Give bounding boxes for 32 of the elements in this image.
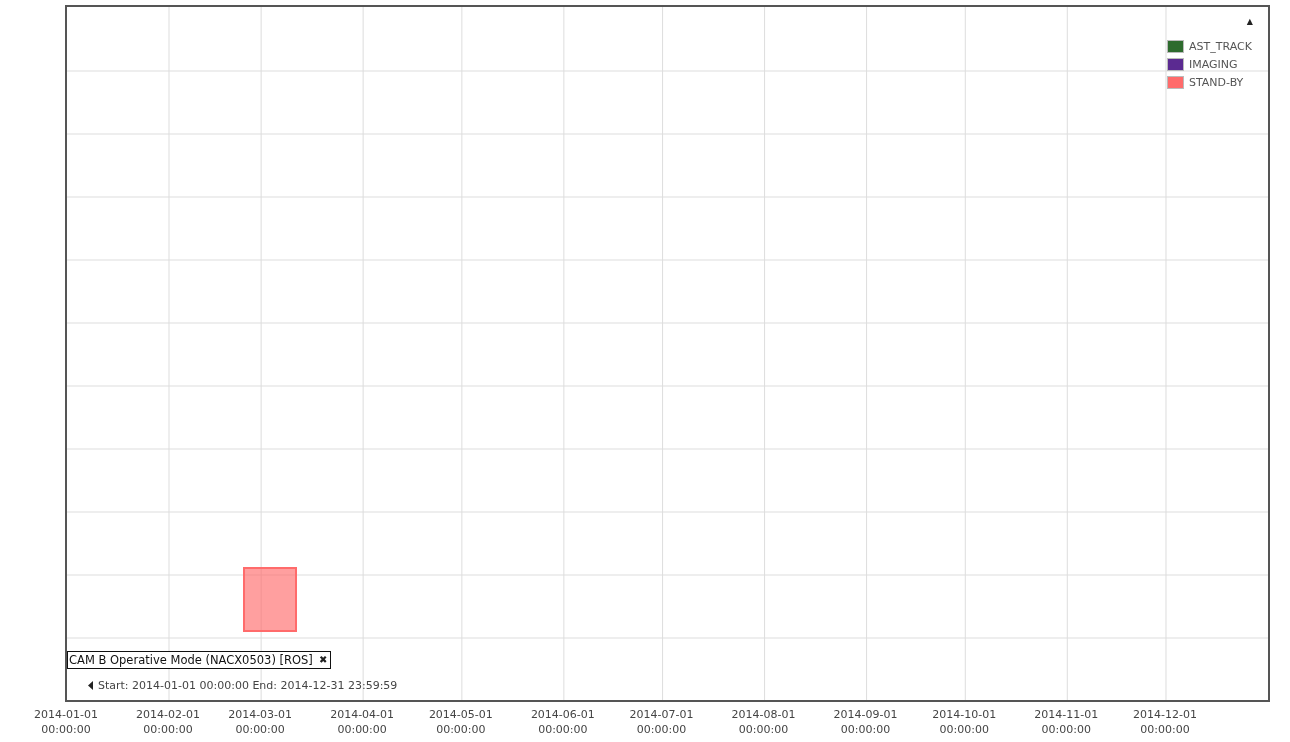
axis-time-label: 00:00:00 [538, 722, 588, 737]
axis-date-label: 2014-08-01 [731, 707, 796, 722]
axis-date-label: 2014-01-01 [34, 707, 98, 722]
legend-label[interactable]: IMAGING [1189, 58, 1238, 71]
axis-date-label: 2014-03-01 [228, 707, 293, 722]
collapse-legend-icon[interactable]: ▲ [1246, 17, 1253, 27]
close-button[interactable]: ✖ [318, 654, 327, 666]
axis-time-label: 00:00:00 [840, 722, 891, 737]
caret-left-icon[interactable] [88, 681, 93, 690]
axis-date-label: 2014-12-01 [1133, 707, 1197, 722]
axis-date-label: 2014-04-01 [330, 707, 395, 722]
axis-time-label: 00:00:00 [143, 722, 193, 737]
axis-date-label: 2014-11-01 [1034, 707, 1099, 722]
axis-date-label: 2014-10-01 [932, 707, 997, 722]
axis-date-label: 2014-06-01 [530, 707, 595, 722]
axis-time-label: 00:00:00 [636, 722, 687, 737]
axis-time-label: 00:00:00 [939, 722, 989, 737]
date-range-text: Start: 2014-01-01 00:00:00 End: 2014-12-31 23:59:59 [98, 679, 398, 692]
axis-date-label: 2014-09-01 [833, 707, 898, 722]
axis-time-label: 00:00:00 [436, 722, 486, 737]
axis-date-label: 2014-07-01 [629, 707, 694, 722]
axis-time-label: 00:00:00 [738, 722, 789, 737]
series-label: CAM B Operative Mode (NACX0503) [ROS] [69, 653, 313, 667]
axis-time-label: 00:00:00 [41, 722, 91, 737]
axis-date-label: 2014-02-01 [136, 707, 200, 722]
legend-label[interactable]: AST_TRACK [1189, 40, 1252, 53]
axis-time-label: 00:00:00 [1041, 722, 1091, 737]
axis-time-label: 00:00:00 [337, 722, 387, 737]
legend-label[interactable]: STAND-BY [1189, 76, 1244, 89]
axis-date-label: 2014-05-01 [428, 707, 493, 722]
axis-time-label: 00:00:00 [1140, 722, 1190, 737]
axis-time-label: 00:00:00 [235, 722, 285, 737]
